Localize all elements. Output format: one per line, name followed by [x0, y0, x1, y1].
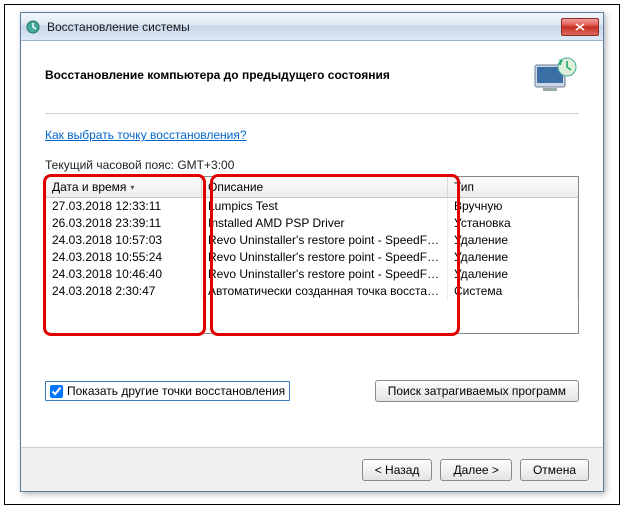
cell-description: Lumpics Test: [202, 198, 448, 215]
cell-type: Система: [448, 283, 578, 300]
scan-affected-button[interactable]: Поиск затрагиваемых программ: [375, 380, 579, 402]
table-header: Дата и время Описание Тип: [46, 177, 578, 198]
cell-type: Удаление: [448, 249, 578, 266]
table-row[interactable]: 24.03.2018 10:57:03Revo Uninstaller's re…: [46, 232, 578, 249]
titlebar[interactable]: Восстановление системы: [21, 13, 603, 41]
next-button[interactable]: Далее >: [440, 459, 512, 481]
timezone-label: Текущий часовой пояс: GMT+3:00: [45, 158, 579, 172]
page-heading: Восстановление компьютера до предыдущего…: [45, 68, 521, 82]
cell-description: Revo Uninstaller's restore point - Speed…: [202, 266, 448, 283]
cell-type: Удаление: [448, 232, 578, 249]
table-row[interactable]: 26.03.2018 23:39:11Installed AMD PSP Dri…: [46, 215, 578, 232]
table-row[interactable]: 24.03.2018 10:55:24Revo Uninstaller's re…: [46, 249, 578, 266]
table-row[interactable]: 24.03.2018 2:30:47Автоматически созданна…: [46, 283, 578, 300]
column-header-description[interactable]: Описание: [202, 177, 448, 197]
cell-datetime: 27.03.2018 12:33:11: [46, 198, 202, 215]
cell-datetime: 24.03.2018 10:46:40: [46, 266, 202, 283]
window-content: Восстановление компьютера до предыдущего…: [21, 41, 603, 414]
back-button[interactable]: < Назад: [362, 459, 433, 481]
table-row[interactable]: 24.03.2018 10:46:40Revo Uninstaller's re…: [46, 266, 578, 283]
cell-datetime: 24.03.2018 2:30:47: [46, 283, 202, 300]
cell-description: Revo Uninstaller's restore point - Speed…: [202, 232, 448, 249]
column-header-type[interactable]: Тип: [448, 177, 578, 197]
system-restore-window: Восстановление системы Восстановление ко…: [20, 12, 604, 492]
cell-description: Revo Uninstaller's restore point - Speed…: [202, 249, 448, 266]
show-other-points-input[interactable]: [50, 385, 63, 398]
app-icon: [25, 19, 41, 35]
cell-datetime: 24.03.2018 10:57:03: [46, 232, 202, 249]
how-to-choose-link[interactable]: Как выбрать точку восстановления?: [45, 128, 247, 142]
restore-points-area: Дата и время Описание Тип 27.03.2018 12:…: [45, 176, 579, 334]
cell-datetime: 26.03.2018 23:39:11: [46, 215, 202, 232]
wizard-footer: < Назад Далее > Отмена: [21, 447, 603, 491]
show-other-points-checkbox[interactable]: Показать другие точки восстановления: [45, 381, 290, 401]
cell-description: Автоматически созданная точка восстановл…: [202, 283, 448, 300]
wizard-header: Восстановление компьютера до предыдущего…: [45, 55, 579, 114]
cancel-button[interactable]: Отмена: [520, 459, 589, 481]
cell-description: Installed AMD PSP Driver: [202, 215, 448, 232]
options-row: Показать другие точки восстановления Пои…: [45, 380, 579, 402]
restore-icon: [531, 55, 579, 95]
cell-type: Удаление: [448, 266, 578, 283]
window-title: Восстановление системы: [47, 20, 561, 34]
close-button[interactable]: [561, 18, 599, 36]
cell-type: Вручную: [448, 198, 578, 215]
cell-type: Установка: [448, 215, 578, 232]
cell-datetime: 24.03.2018 10:55:24: [46, 249, 202, 266]
show-other-points-label: Показать другие точки восстановления: [67, 384, 285, 398]
column-header-datetime[interactable]: Дата и время: [46, 177, 202, 197]
table-row[interactable]: 27.03.2018 12:33:11Lumpics TestВручную: [46, 198, 578, 215]
restore-points-table[interactable]: Дата и время Описание Тип 27.03.2018 12:…: [45, 176, 579, 334]
